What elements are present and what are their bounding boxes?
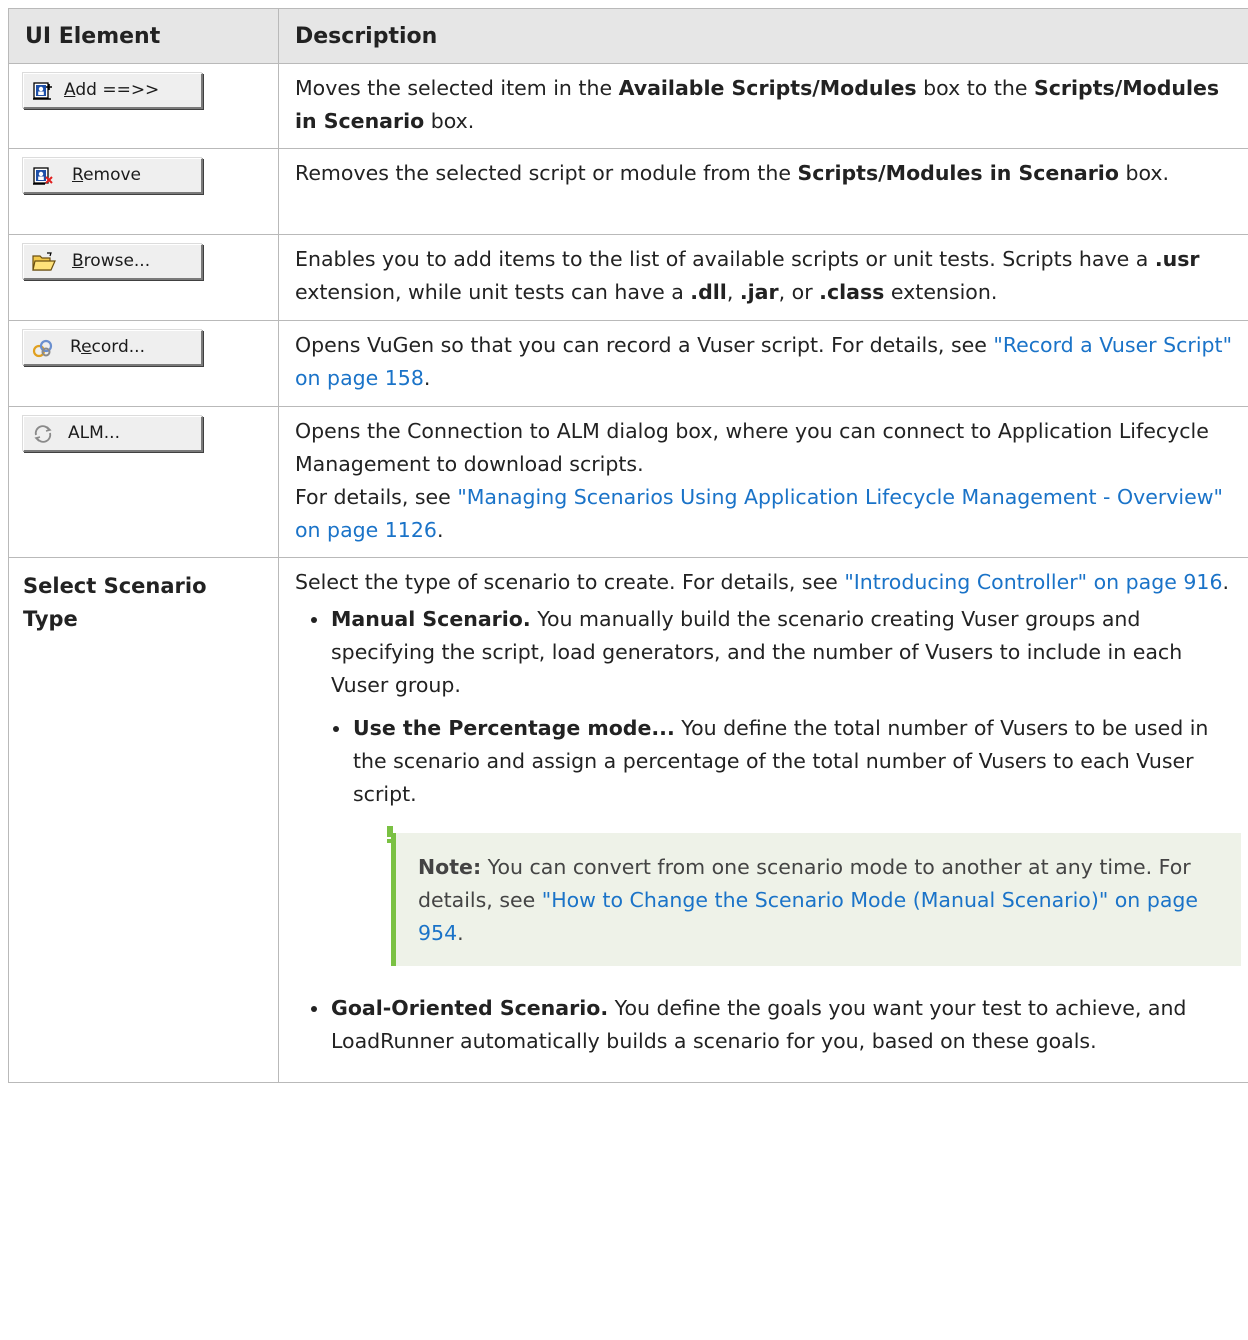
folder-open-icon — [32, 251, 56, 272]
element-cell: Browse... — [8, 234, 279, 321]
description-cell: Moves the selected item in the Available… — [278, 63, 1248, 149]
scenario-types-list: Manual Scenario. You manually build the … — [295, 603, 1241, 1058]
desc-text: . — [1222, 570, 1230, 594]
select-scenario-type-label: Select Scenario Type — [23, 574, 207, 631]
description-cell: Opens VuGen so that you can record a Vus… — [278, 320, 1248, 407]
desc-text: Enables you to add items to the list of … — [295, 247, 1155, 271]
alm-button[interactable]: ALM... — [23, 416, 203, 452]
table-row: ALM... Opens the Connection to ALM dialo… — [8, 406, 1248, 558]
desc-text: Moves the selected item in the — [295, 76, 619, 100]
description-cell: Opens the Connection to ALM dialog box, … — [278, 406, 1248, 558]
table-row: Select Scenario Type Select the type of … — [8, 557, 1248, 1083]
desc-text: extension, while unit tests can have a — [295, 280, 691, 304]
record-button[interactable]: Record... — [23, 330, 203, 366]
element-cell: Record... — [8, 320, 279, 407]
desc-text: Opens VuGen so that you can record a Vus… — [295, 333, 994, 357]
desc-bold: .usr — [1154, 247, 1200, 271]
description-cell: Enables you to add items to the list of … — [278, 234, 1248, 321]
goal-oriented-title: Goal-Oriented Scenario. — [331, 996, 609, 1020]
desc-bold: .jar — [739, 280, 779, 304]
element-cell: Add ==>> — [8, 63, 279, 149]
desc-bold: Available Scripts/Modules — [618, 76, 917, 100]
table-header-row: UI Element Description — [8, 8, 1248, 64]
desc-text: . — [423, 366, 431, 390]
description-cell: Select the type of scenario to create. F… — [278, 557, 1248, 1083]
element-cell: Remove — [8, 148, 279, 235]
header-ui-element: UI Element — [8, 8, 279, 64]
browse-button[interactable]: Browse... — [23, 244, 203, 280]
ui-elements-table: UI Element Description Add ==>> Moves th… — [8, 8, 1248, 1083]
remove-button[interactable]: Remove — [23, 158, 203, 194]
desc-text: extension. — [884, 280, 998, 304]
vugen-record-icon — [32, 337, 54, 359]
percentage-mode-title: Use the Percentage mode... — [353, 716, 675, 740]
remove-script-icon — [32, 165, 54, 187]
desc-text: , — [726, 280, 740, 304]
list-item: Manual Scenario. You manually build the … — [309, 603, 1241, 966]
introducing-controller-link[interactable]: "Introducing Controller" on page 916 — [844, 570, 1222, 594]
desc-text: Select the type of scenario to create. F… — [295, 570, 845, 594]
table-row: Add ==>> Moves the selected item in the … — [8, 63, 1248, 149]
note-label: Note: — [418, 855, 482, 879]
note-text: . — [457, 921, 464, 945]
note-box: Note: You can convert from one scenario … — [387, 826, 1241, 966]
element-cell: ALM... — [8, 406, 279, 558]
desc-bold: Scripts/Modules in Scenario — [797, 161, 1119, 185]
table-row: Record... Opens VuGen so that you can re… — [8, 320, 1248, 407]
scenario-intro: Select the type of scenario to create. F… — [295, 566, 1241, 599]
desc-text: , or — [778, 280, 820, 304]
alm-connection-icon — [32, 423, 54, 445]
add-button[interactable]: Add ==>> — [23, 73, 203, 109]
note-exclamation-icon — [384, 821, 396, 854]
add-script-icon — [32, 80, 54, 102]
desc-text: Removes the selected script or module fr… — [295, 161, 798, 185]
manual-scenario-title: Manual Scenario. — [331, 607, 531, 631]
list-item: Goal-Oriented Scenario. You define the g… — [309, 992, 1241, 1058]
description-cell: Removes the selected script or module fr… — [278, 148, 1248, 235]
manual-sub-list: Use the Percentage mode... You define th… — [331, 712, 1241, 966]
desc-text: box. — [1118, 161, 1170, 185]
desc-bold: .class — [819, 280, 885, 304]
desc-text: box to the — [916, 76, 1034, 100]
desc-bold: .dll — [690, 280, 727, 304]
element-cell: Select Scenario Type — [8, 557, 279, 1083]
desc-text: . — [436, 518, 444, 542]
table-row: Remove Removes the selected script or mo… — [8, 148, 1248, 235]
table-row: Browse... Enables you to add items to th… — [8, 234, 1248, 321]
desc-text: box. — [424, 109, 475, 133]
desc-text: For details, see — [295, 485, 458, 509]
desc-text: Opens the Connection to ALM dialog box, … — [295, 419, 1209, 476]
alm-button-label: ALM... — [68, 423, 120, 443]
header-description: Description — [278, 8, 1248, 64]
list-item: Use the Percentage mode... You define th… — [331, 712, 1241, 966]
